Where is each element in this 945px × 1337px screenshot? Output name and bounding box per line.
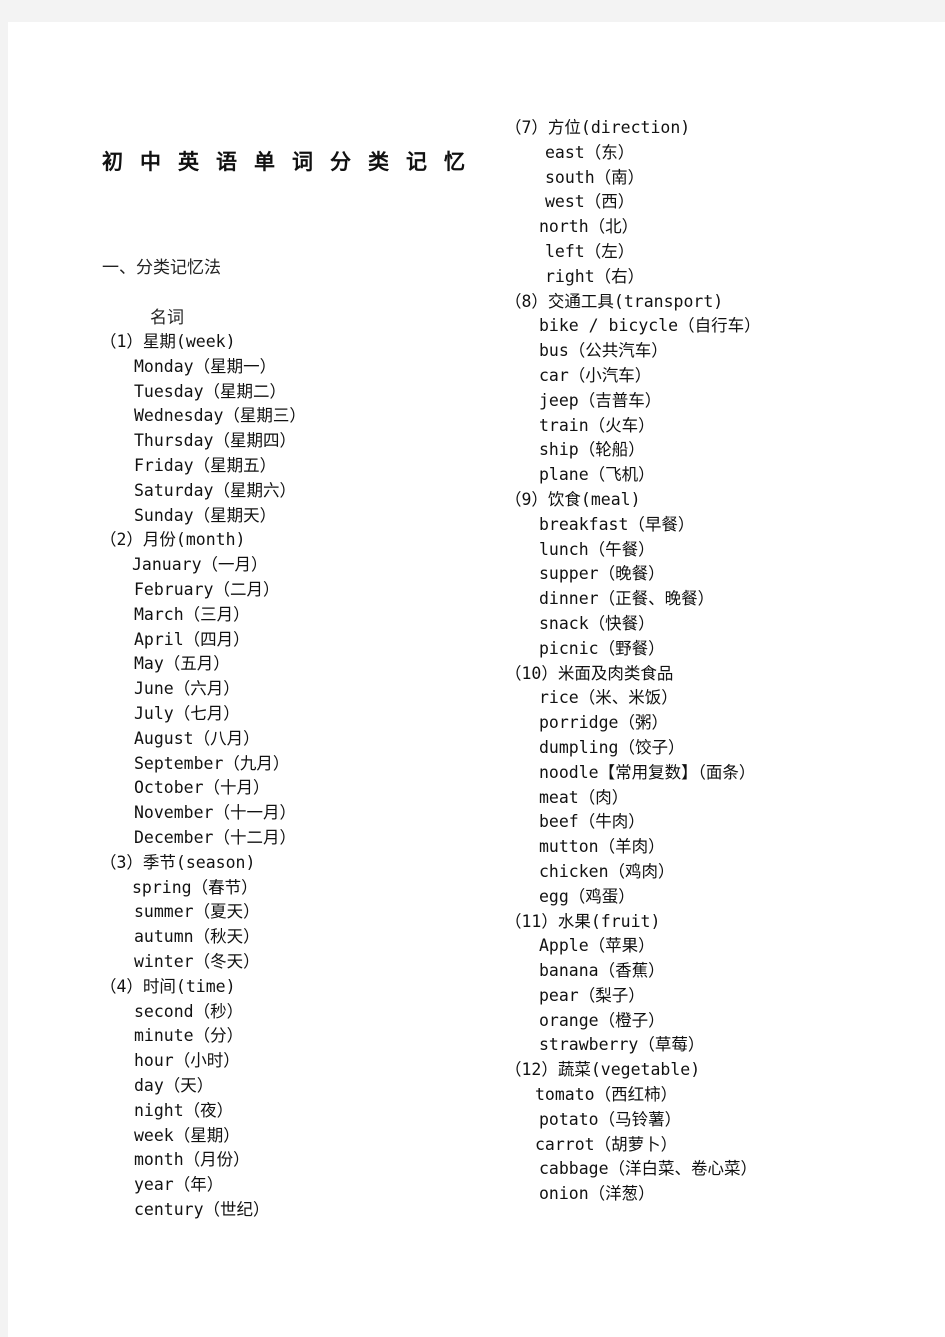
vocab-item: May（五月） (134, 654, 230, 674)
vocab-item: October（十月） (134, 778, 270, 798)
vocab-item: orange（橙子） (539, 1010, 665, 1030)
vocab-item: picnic（野餐） (539, 638, 665, 658)
category-heading: （3）季节(season) (100, 852, 256, 872)
vocab-item: January（一月） (132, 555, 268, 575)
vocab-item: rice（米、米饭） (539, 688, 678, 708)
vocab-item: east（东） (545, 142, 635, 162)
vocab-item: cabbage（洋白菜、卷心菜） (539, 1159, 758, 1179)
vocab-item: carrot（胡萝卜） (535, 1134, 678, 1154)
category-heading: （10）米面及肉类食品 (505, 663, 674, 683)
vocab-item: north（北） (539, 217, 639, 237)
document-title: 初中英语单词分类记忆 (102, 149, 482, 174)
right-column: （7）方位(direction) east（东） south（南） west（西） no… (505, 116, 761, 1207)
vocab-item: west（西） (545, 192, 635, 212)
vocab-item: beef（牛肉） (539, 812, 645, 832)
vocab-item: breakfast（早餐） (539, 514, 695, 534)
vocab-item: Monday（星期一） (134, 356, 277, 376)
vocab-item: winter（冬天） (134, 951, 260, 971)
vocab-item: egg（鸡蛋） (539, 886, 635, 906)
vocab-item: supper（晚餐） (539, 564, 665, 584)
vocab-item: car（小汽车） (539, 365, 652, 385)
category-heading: （9）饮食(meal) (505, 489, 641, 509)
vocab-item: February（二月） (134, 579, 280, 599)
category-heading: （8）交通工具(transport) (505, 291, 724, 311)
vocab-item: Apple（苹果） (539, 936, 655, 956)
vocab-item: train（火车） (539, 415, 655, 435)
category-heading: （7）方位(direction) (505, 118, 691, 137)
vocab-item: minute（分） (134, 1026, 244, 1046)
vocab-item: August（八月） (134, 728, 260, 748)
vocab-item: south（南） (545, 167, 645, 187)
left-column: （1）星期(week) Monday（星期一） Tuesday（星期二） Wednes… (100, 330, 306, 1223)
vocab-item: century（世纪） (134, 1199, 270, 1219)
vocab-item: spring（春节） (132, 877, 258, 897)
vocab-item: Tuesday（星期二） (134, 381, 287, 401)
vocab-item: porridge（粥） (539, 713, 668, 733)
vocab-item: Thursday（星期四） (134, 431, 296, 451)
vocab-item: potato（马铃薯） (539, 1109, 682, 1129)
vocab-item: December（十二月） (134, 827, 296, 847)
category-heading: （1）星期(week) (100, 332, 236, 351)
vocab-item: day（天） (134, 1075, 214, 1095)
vocab-item: noodle【常用复数】（面条） (539, 762, 756, 782)
vocab-item: hour（小时） (134, 1051, 240, 1071)
vocab-item: jeep（吉普车） (539, 390, 662, 410)
vocab-item: Saturday（星期六） (134, 480, 296, 500)
vocab-item: autumn（秋天） (134, 927, 260, 947)
vocab-item: plane（飞机） (539, 465, 655, 485)
vocab-item: meat（肉） (539, 787, 629, 807)
vocab-item: strawberry（草莓） (539, 1035, 705, 1055)
vocab-item: April（四月） (134, 629, 250, 649)
vocab-item: chicken（鸡肉） (539, 861, 675, 881)
vocab-item: July（七月） (134, 703, 240, 723)
vocab-item: June（六月） (134, 679, 240, 699)
vocab-item: dumpling（饺子） (539, 737, 685, 757)
vocab-item: summer（夏天） (134, 902, 260, 922)
vocab-item: second（秒） (134, 1001, 244, 1021)
category-heading: （12）蔬菜(vegetable) (505, 1060, 701, 1080)
vocab-item: right（右） (545, 266, 645, 286)
vocab-item: onion（洋葱） (539, 1184, 655, 1204)
subheading-nouns: 名词 (150, 308, 184, 328)
vocab-item: ship（轮船） (539, 440, 645, 460)
vocab-item: March（三月） (134, 604, 250, 624)
vocab-item: left（左） (545, 241, 635, 261)
category-heading: （2）月份(month) (100, 530, 246, 550)
vocab-item: month（月份） (134, 1150, 250, 1170)
vocab-item: September（九月） (134, 753, 290, 773)
vocab-item: year（年） (134, 1175, 224, 1195)
section-heading: 一、分类记忆法 (102, 258, 221, 278)
category-heading: （4）时间(time) (100, 976, 236, 996)
vocab-item: dinner（正餐、晚餐） (539, 589, 715, 609)
vocab-item: pear（梨子） (539, 985, 645, 1005)
vocab-item: November（十一月） (134, 803, 296, 823)
vocab-item: bus（公共汽车） (539, 341, 668, 361)
vocab-item: banana（香蕉） (539, 961, 665, 981)
vocab-item: week（星期） (134, 1125, 240, 1145)
vocab-item: night（夜） (134, 1100, 234, 1120)
vocab-item: Wednesday（星期三） (134, 406, 306, 426)
vocab-item: tomato（西红柿） (535, 1085, 678, 1105)
vocab-item: Friday（星期五） (134, 455, 277, 475)
vocab-item: lunch（午餐） (539, 539, 655, 559)
vocab-item: Sunday（星期天） (134, 505, 277, 525)
vocab-item: mutton（羊肉） (539, 837, 665, 857)
vocab-item: snack（快餐） (539, 613, 655, 633)
category-heading: （11）水果(fruit) (505, 911, 661, 931)
vocab-item: bike / bicycle（自行车） (539, 316, 761, 336)
